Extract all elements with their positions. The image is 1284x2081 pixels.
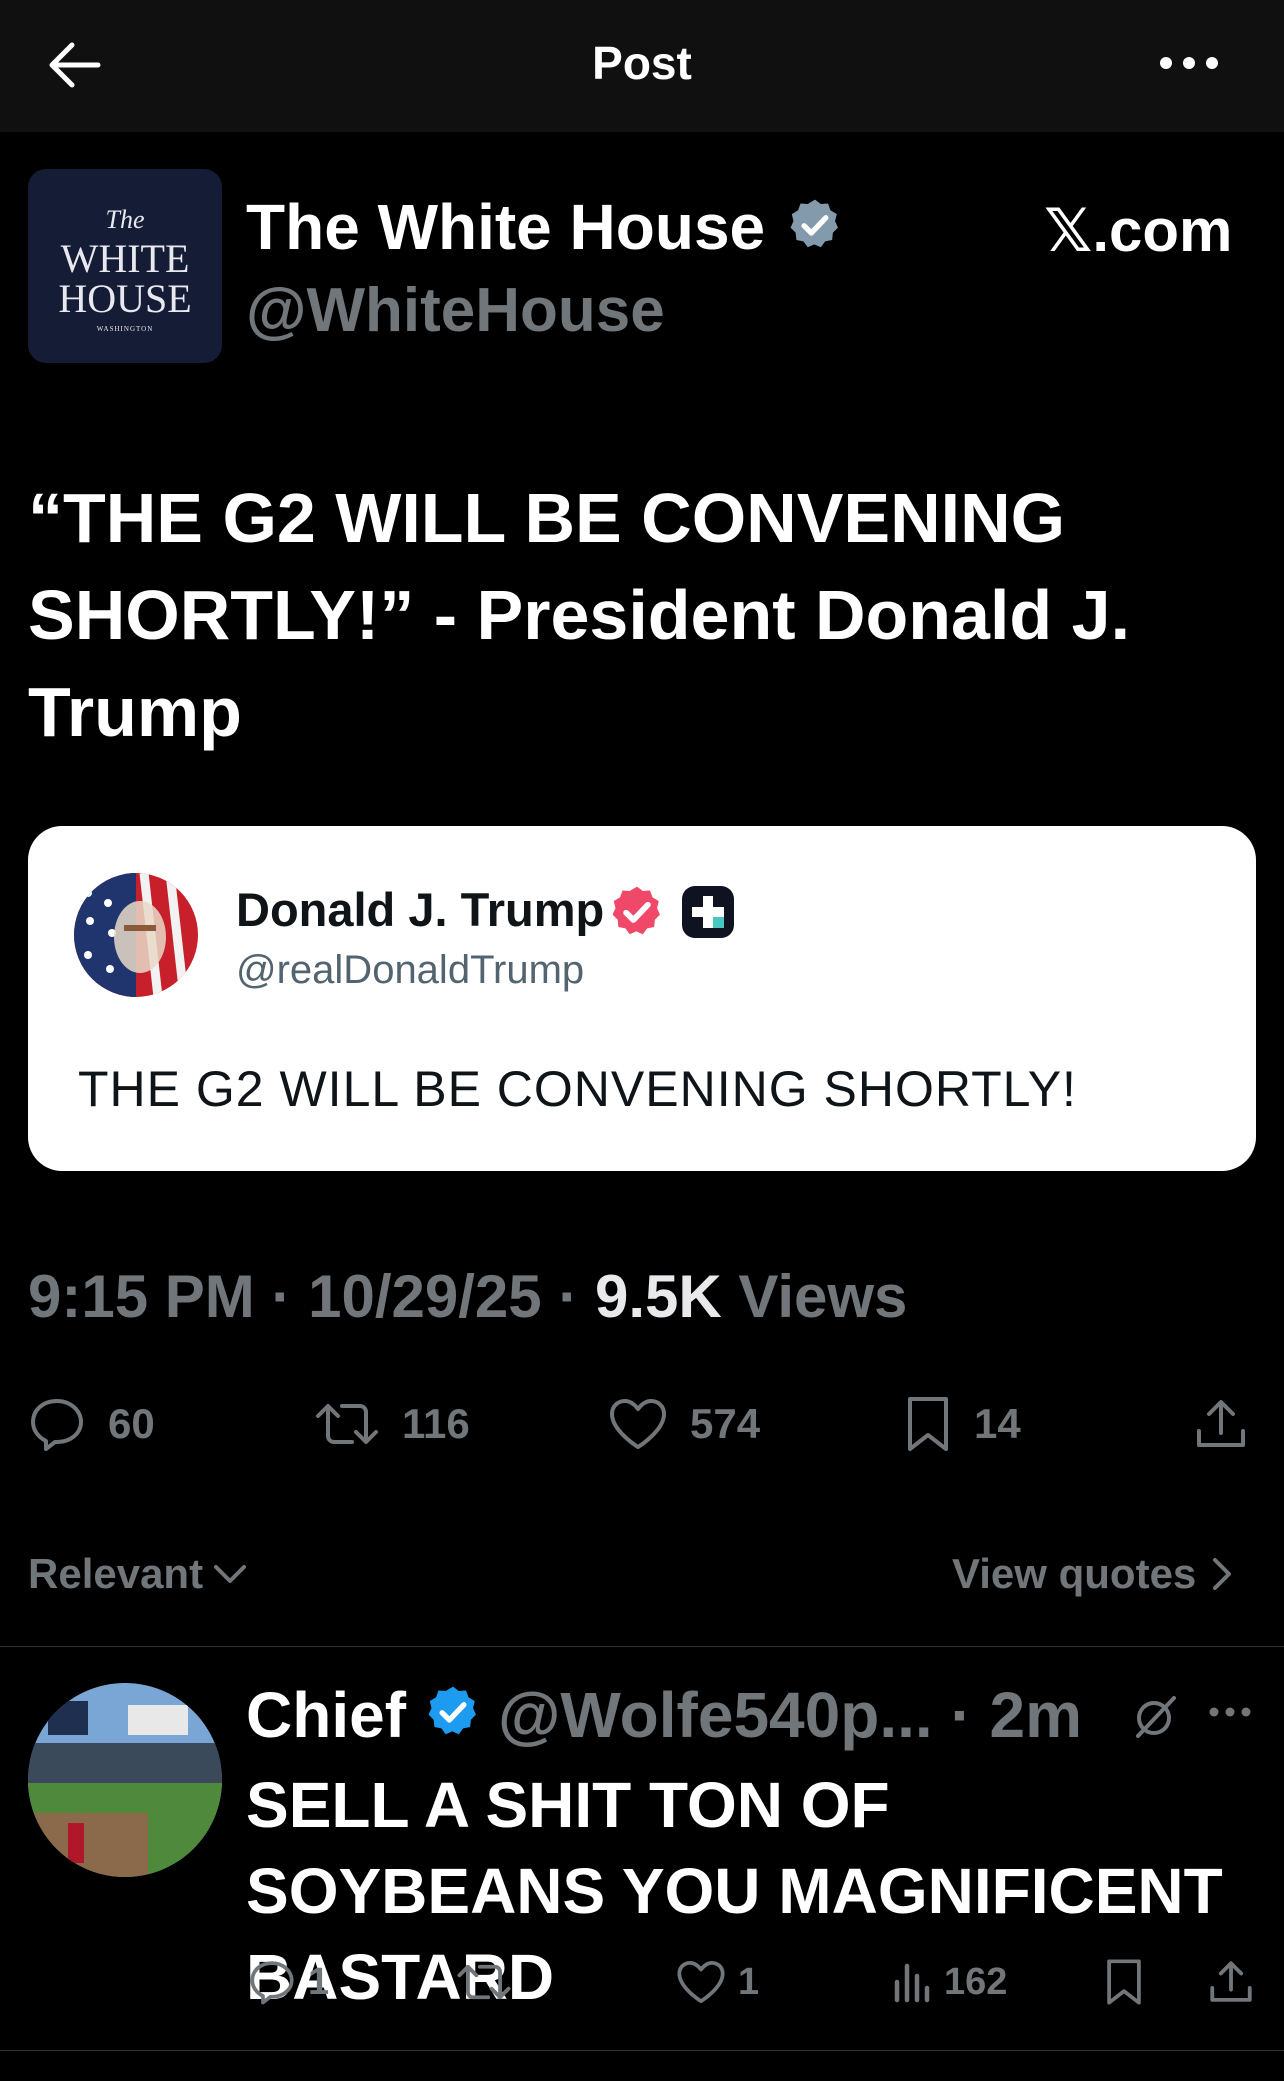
share-icon: [1197, 1400, 1245, 1447]
share-button[interactable]: [1194, 1394, 1270, 1454]
x-com-label: 𝕏.com: [1044, 197, 1233, 264]
repost-icon: [457, 1964, 511, 2000]
grok-icon[interactable]: [1130, 1692, 1180, 1742]
verified-gray-badge-icon: [786, 196, 844, 254]
author-name[interactable]: The White House: [246, 190, 765, 264]
like-count: 574: [690, 1400, 761, 1447]
view-quotes-label: View quotes: [952, 1550, 1197, 1597]
reply-count: 60: [108, 1400, 155, 1447]
chevron-down-icon: [214, 1565, 247, 1583]
heart-icon: [610, 1399, 666, 1449]
reply-icon: [250, 1961, 294, 2005]
page-title: Post: [592, 37, 692, 89]
reply-avatar[interactable]: [28, 1683, 222, 1877]
repost-button[interactable]: 116: [314, 1394, 470, 1454]
analytics-icon: [894, 1963, 930, 2003]
bookmark-button[interactable]: 14: [904, 1394, 1021, 1454]
avatar-text-house: HOUSE: [58, 276, 192, 321]
verified-badge-icon: [424, 1683, 482, 1741]
reply-like-count: 1: [738, 1960, 760, 2003]
chevron-right-icon: [1213, 1558, 1232, 1590]
reply-bookmark-button[interactable]: [1104, 1952, 1156, 2012]
divider: [0, 2050, 1284, 2051]
divider: [0, 1646, 1284, 1647]
reply-icon: [31, 1399, 83, 1451]
reply-reply-count: 1: [308, 1960, 330, 2003]
sort-label: Relevant: [28, 1550, 204, 1597]
post-time: 9:15 PM: [28, 1263, 255, 1330]
reply-views-count: 162: [944, 1960, 1008, 2003]
avatar-text-washington: WASHINGTON: [96, 325, 154, 333]
meta-separator: ·: [254, 1263, 309, 1330]
reply-repost-button[interactable]: [456, 1952, 524, 2012]
reply-author-name[interactable]: Chief: [246, 1678, 406, 1752]
quoted-author-name: Donald J. Trump: [236, 883, 605, 936]
quoted-author-handle: @realDonaldTrump: [236, 948, 585, 992]
like-button[interactable]: 574: [608, 1394, 760, 1454]
views-label: Views: [721, 1263, 908, 1330]
view-quotes-link[interactable]: View quotes: [952, 1550, 1232, 1598]
avatar-text-the: The: [105, 205, 145, 234]
heart-icon: [677, 1960, 725, 2004]
quoted-post-card[interactable]: [28, 826, 1256, 1171]
bookmark-count: 14: [974, 1400, 1021, 1447]
sort-dropdown[interactable]: Relevant: [28, 1550, 247, 1598]
truth-social-icon: [680, 884, 736, 940]
reply-like-button[interactable]: 1: [676, 1952, 759, 2012]
verified-badge-icon: [608, 883, 666, 941]
post-text: “THE G2 WILL BE CONVENING SHORTLY!” - Pr…: [28, 479, 1131, 751]
more-horizontal-icon[interactable]: [1208, 1700, 1252, 1724]
post-date: 10/29/25: [308, 1263, 542, 1330]
more-horizontal-icon[interactable]: [1158, 48, 1220, 78]
white-house-avatar[interactable]: The WHITE HOUSE WASHINGTON: [28, 169, 222, 363]
repost-icon: [316, 1404, 378, 1444]
share-icon: [1210, 1961, 1252, 2002]
bookmark-icon: [1107, 1959, 1141, 2005]
bookmark-icon: [908, 1397, 948, 1451]
reply-views-button[interactable]: 162: [892, 1952, 1007, 2012]
reply-button[interactable]: 60: [28, 1394, 155, 1454]
trump-avatar: [74, 873, 198, 997]
views-count: 9.5K: [594, 1263, 722, 1330]
post-meta: 9:15 PM · 10/29/25 · 9.5K Views: [28, 1262, 907, 1331]
reply-share-button[interactable]: [1208, 1952, 1266, 2012]
repost-count: 116: [402, 1400, 470, 1447]
reply-handle-time: @Wolfe540p... · 2m: [498, 1679, 1083, 1751]
reply-reply-button[interactable]: 1: [248, 1952, 329, 2012]
author-handle[interactable]: @WhiteHouse: [246, 275, 665, 346]
meta-separator: ·: [541, 1263, 595, 1330]
quoted-post-text: THE G2 WILL BE CONVENING SHORTLY!: [78, 1061, 1077, 1117]
